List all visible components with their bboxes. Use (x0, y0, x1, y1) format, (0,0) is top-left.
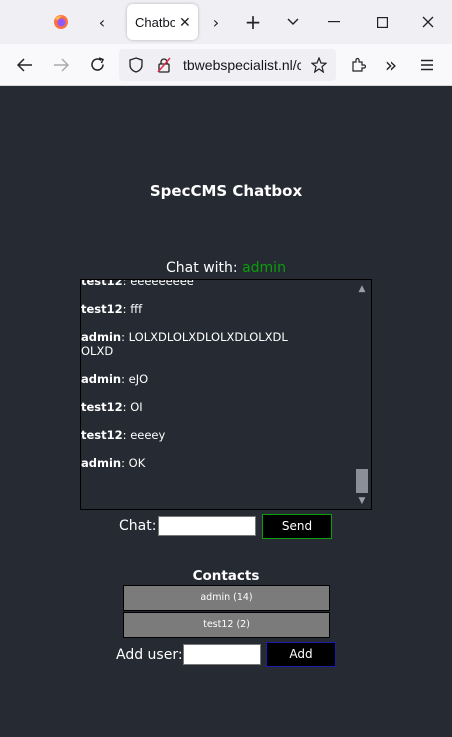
chat-with-heading: Chat with: admin (0, 260, 452, 276)
message-user: test12 (81, 302, 123, 316)
contact-test12[interactable]: test12 (2) (123, 612, 330, 638)
close-icon[interactable]: ✕ (179, 14, 191, 31)
message-text: eeeey (130, 428, 166, 442)
message-user: test12 (81, 400, 123, 414)
forward-icon[interactable] (49, 44, 73, 85)
extensions-icon[interactable] (346, 44, 370, 85)
url-text: tbwebspecialist.nl/chatbox (183, 57, 301, 73)
message-user: test12 (81, 428, 123, 442)
message-text: fff (130, 302, 143, 316)
list-item: test12: eeeeeeeee (81, 279, 296, 288)
scrollbar-thumb[interactable] (356, 469, 368, 493)
chat-input[interactable] (158, 516, 256, 536)
chat-partner-name: admin (242, 260, 286, 276)
chevron-down-icon[interactable] (281, 0, 305, 44)
address-bar[interactable]: tbwebspecialist.nl/chatbox (119, 49, 336, 81)
message-list: test12: eeeeeeeee test12: fff admin: LOL… (81, 279, 296, 484)
add-user-label: Add user: (116, 647, 183, 663)
page-title: SpecCMS Chatbox (149, 182, 303, 200)
browser-nav-bar: tbwebspecialist.nl/chatbox » (0, 44, 452, 86)
scroll-down-icon[interactable]: ▼ (353, 494, 371, 508)
minimize-icon[interactable] (322, 0, 346, 44)
tab-scroll-right-icon[interactable]: › (204, 0, 228, 44)
window-close-icon[interactable] (416, 0, 440, 44)
hamburger-menu-icon[interactable] (415, 44, 439, 85)
tab-title: Chatbox (135, 14, 175, 30)
list-item: test12: eeeey (81, 428, 166, 442)
back-icon[interactable] (13, 44, 37, 85)
list-item: admin: eJO (81, 372, 149, 386)
list-item: admin: LOLXDLOLXDLOLXDLOLXDLOLXD (81, 330, 288, 358)
list-item: test12: OI (81, 400, 143, 414)
message-user: admin (81, 456, 122, 470)
overflow-menu-icon[interactable]: » (379, 44, 403, 85)
message-user: admin (81, 330, 122, 344)
new-tab-icon[interactable]: + (241, 0, 265, 44)
message-user: test12 (81, 279, 123, 288)
message-text: OI (130, 400, 143, 414)
chat-messages-box[interactable]: test12: eeeeeeeee test12: fff admin: LOL… (80, 279, 372, 510)
list-item: test12: fff (81, 302, 143, 316)
reload-icon[interactable] (85, 44, 109, 85)
chat-with-label: Chat with: (166, 260, 243, 276)
message-user: admin (81, 372, 122, 386)
contact-admin[interactable]: admin (14) (123, 585, 330, 611)
shield-icon[interactable] (124, 49, 148, 81)
add-user-input[interactable] (183, 644, 261, 665)
message-text: eJO (128, 372, 149, 386)
list-item: admin: OK (81, 456, 146, 470)
maximize-icon[interactable] (370, 0, 394, 44)
star-icon[interactable] (307, 49, 331, 81)
contacts-heading: Contacts (192, 568, 260, 584)
chat-label: Chat: (119, 518, 157, 534)
add-user-form: Add user: Add (0, 642, 452, 668)
add-user-button[interactable]: Add (266, 642, 336, 667)
browser-tab-bar: ‹ Chatbox ✕ › + (0, 0, 452, 45)
scroll-up-icon[interactable]: ▲ (353, 282, 371, 296)
message-text: OK (128, 456, 146, 470)
chat-form: Chat: Send (0, 514, 452, 540)
tab-chatbox[interactable]: Chatbox ✕ (127, 4, 198, 40)
message-text: eeeeeeeee (130, 279, 194, 288)
lock-insecure-icon[interactable] (152, 49, 176, 81)
page-content: SpecCMS Chatbox Chat with: admin test12:… (0, 86, 452, 737)
send-button[interactable]: Send (262, 514, 332, 539)
chat-scrollbar[interactable]: ▲ ▼ (353, 280, 371, 509)
tab-scroll-left-icon[interactable]: ‹ (90, 0, 114, 44)
firefox-icon[interactable] (48, 0, 74, 44)
